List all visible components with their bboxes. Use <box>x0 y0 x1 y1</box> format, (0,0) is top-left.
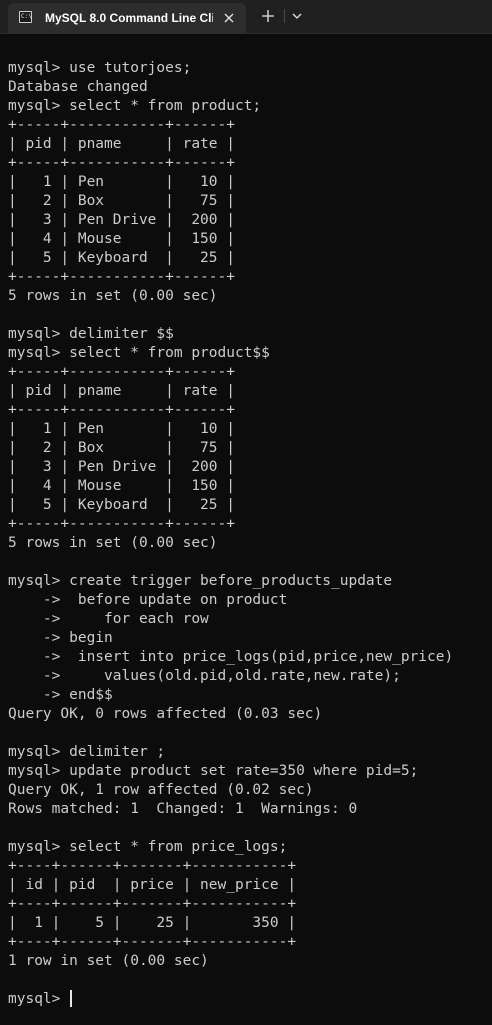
terminal-line: +-----+-----------+------+ <box>8 516 235 532</box>
terminal-line: mysql> select * from price_logs; <box>8 839 288 855</box>
terminal-line: -> values(old.pid,old.rate,new.rate); <box>8 668 401 684</box>
terminal-line: Query OK, 0 rows affected (0.03 sec) <box>8 706 323 722</box>
terminal-line: | 5 | Keyboard | 25 | <box>8 497 235 513</box>
tab-divider <box>284 9 285 23</box>
terminal-line: +-----+-----------+------+ <box>8 155 235 171</box>
close-icon[interactable] <box>220 9 238 27</box>
terminal-line: mysql> <box>8 991 70 1007</box>
terminal-line: | 2 | Box | 75 | <box>8 193 235 209</box>
terminal-line: +-----+-----------+------+ <box>8 364 235 380</box>
terminal-line: -> end$$ <box>8 687 113 703</box>
terminal-line: mysql> select * from product$$ <box>8 345 270 361</box>
tab-bar: C:\ MySQL 8.0 Command Line Cli <box>0 0 492 34</box>
terminal-line: +----+------+-------+-----------+ <box>8 858 297 874</box>
terminal-line: mysql> use tutorjoes; <box>8 60 192 76</box>
terminal-line: -> insert into price_logs(pid,price,new_… <box>8 649 454 665</box>
terminal-line: | 2 | Box | 75 | <box>8 440 235 456</box>
terminal-line: 5 rows in set (0.00 sec) <box>8 288 218 304</box>
terminal-line: 1 row in set (0.00 sec) <box>8 953 209 969</box>
terminal-line: mysql> delimiter $$ <box>8 326 174 342</box>
terminal-window: C:\ MySQL 8.0 Command Line Cli mysql> us… <box>0 0 492 1025</box>
terminal-line: +----+------+-------+-----------+ <box>8 896 297 912</box>
terminal-line: -> for each row <box>8 611 209 627</box>
terminal-line: +-----+-----------+------+ <box>8 402 235 418</box>
terminal-line: Database changed <box>8 79 148 95</box>
terminal-line: | id | pid | price | new_price | <box>8 877 297 893</box>
terminal-line: -> begin <box>8 630 113 646</box>
terminal-line: Rows matched: 1 Changed: 1 Warnings: 0 <box>8 801 358 817</box>
terminal-line: | 1 | Pen | 10 | <box>8 421 235 437</box>
console-icon: C:\ <box>19 11 32 23</box>
terminal-line: | 3 | Pen Drive | 200 | <box>8 212 235 228</box>
terminal-line: mysql> update product set rate=350 where… <box>8 763 419 779</box>
terminal-line: | pid | pname | rate | <box>8 136 235 152</box>
plus-icon[interactable] <box>259 7 277 25</box>
terminal-line: +-----+-----------+------+ <box>8 269 235 285</box>
terminal-line: | 5 | Keyboard | 25 | <box>8 250 235 266</box>
terminal-line: 5 rows in set (0.00 sec) <box>8 535 218 551</box>
terminal-line: +-----+-----------+------+ <box>8 117 235 133</box>
terminal-line: | pid | pname | rate | <box>8 383 235 399</box>
tab-mysql-command-line[interactable]: C:\ MySQL 8.0 Command Line Cli <box>8 3 246 33</box>
terminal-line: Query OK, 1 row affected (0.02 sec) <box>8 782 314 798</box>
terminal-line: mysql> delimiter ; <box>8 744 166 760</box>
chevron-down-icon[interactable] <box>289 8 305 24</box>
terminal-output[interactable]: mysql> use tutorjoes; Database changed mys… <box>8 40 488 1009</box>
tab-title: MySQL 8.0 Command Line Cli <box>45 11 213 25</box>
terminal-line: | 1 | Pen | 10 | <box>8 174 235 190</box>
terminal-line: | 3 | Pen Drive | 200 | <box>8 459 235 475</box>
terminal-line: | 1 | 5 | 25 | 350 | <box>8 915 297 931</box>
terminal-line: +----+------+-------+-----------+ <box>8 934 297 950</box>
text-cursor <box>70 990 72 1007</box>
terminal-line: | 4 | Mouse | 150 | <box>8 231 235 247</box>
terminal-line: | 4 | Mouse | 150 | <box>8 478 235 494</box>
terminal-line: mysql> select * from product; <box>8 98 262 114</box>
terminal-line: -> before update on product <box>8 592 288 608</box>
terminal-line: mysql> create trigger before_products_up… <box>8 573 393 589</box>
